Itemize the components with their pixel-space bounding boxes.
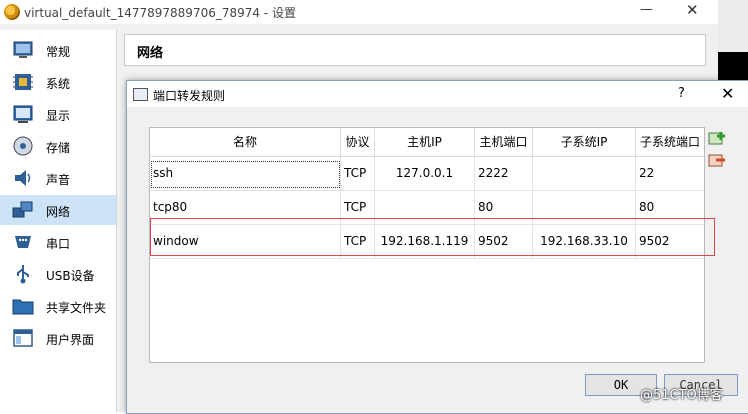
sidebar-item-display[interactable]: 显示	[0, 99, 116, 129]
sidebar-item-label: 显示	[46, 109, 71, 123]
cell-guest-ip[interactable]: 192.168.33.10	[533, 225, 636, 258]
cell-name[interactable]: window	[150, 225, 341, 258]
background-window-edge	[718, 52, 748, 80]
column-header-guest-port[interactable]: 子系统端口	[636, 128, 704, 157]
cell-host-ip[interactable]: 192.168.1.119	[375, 225, 475, 258]
port-forwarding-dialog: 端口转发规则 ? ✕ 名称 协议 主机IP 主机端口 子系统IP 子系统端口 s…	[126, 80, 748, 414]
sidebar-item-shared-folders[interactable]: 共享文件夹	[0, 291, 116, 321]
column-header-host-ip[interactable]: 主机IP	[375, 128, 475, 157]
system-icon	[13, 74, 33, 90]
sidebar-item-usb[interactable]: USB设备	[0, 259, 116, 289]
table-row[interactable]: ssh TCP 127.0.0.1 2222 22	[150, 157, 704, 191]
sidebar-item-label: 声音	[46, 173, 71, 187]
sidebar-item-label: 共享文件夹	[46, 301, 107, 315]
remove-rule-icon[interactable]	[708, 152, 726, 168]
sidebar-item-user-interface[interactable]: 用户界面	[0, 323, 116, 353]
cell-protocol[interactable]: TCP	[341, 191, 375, 224]
cell-guest-port[interactable]: 22	[636, 157, 704, 190]
sidebar-item-label: 常规	[46, 45, 71, 59]
window-title: virtual_default_1477897889706_78974 - 设置	[24, 6, 296, 20]
background-window-edge	[718, 0, 748, 52]
minimize-button[interactable]: —	[640, 2, 653, 17]
column-header-protocol[interactable]: 协议	[341, 128, 375, 157]
shared-folder-icon	[12, 299, 34, 315]
audio-icon	[15, 170, 31, 186]
sidebar-item-label: USB设备	[46, 269, 95, 283]
dialog-title-bar: 端口转发规则 ? ✕	[127, 81, 748, 107]
settings-sidebar: 常规 系统 显示 存储 声音 网络 串口 USB设备 共享文件夹 用户界面	[0, 30, 117, 412]
cell-protocol[interactable]: TCP	[341, 225, 375, 258]
sidebar-item-serial-port[interactable]: 串口	[0, 227, 116, 257]
cell-guest-port[interactable]: 80	[636, 191, 704, 224]
focus-rectangle	[151, 161, 340, 188]
table-row[interactable]: tcp80 TCP 80 80	[150, 191, 704, 225]
dialog-window-icon	[133, 88, 148, 101]
sidebar-item-label: 串口	[46, 237, 71, 251]
cell-name[interactable]: tcp80	[150, 191, 341, 224]
cell-guest-ip[interactable]	[533, 157, 636, 190]
sidebar-item-label: 存储	[46, 141, 71, 155]
cell-host-port[interactable]: 80	[475, 191, 533, 224]
page-title: 网络	[137, 46, 164, 61]
table-row[interactable]: window TCP 192.168.1.119 9502 192.168.33…	[150, 225, 704, 259]
cell-protocol[interactable]: TCP	[341, 157, 375, 190]
cell-host-port[interactable]: 2222	[475, 157, 533, 190]
sidebar-item-system[interactable]: 系统	[0, 67, 116, 97]
sidebar-item-label: 用户界面	[46, 333, 95, 347]
port-forwarding-rules-table[interactable]: 名称 协议 主机IP 主机端口 子系统IP 子系统端口 ssh TCP 127.…	[149, 127, 705, 363]
column-header-host-port[interactable]: 主机端口	[475, 128, 533, 157]
storage-icon	[13, 136, 33, 156]
dialog-title: 端口转发规则	[153, 89, 226, 103]
cell-host-ip[interactable]: 127.0.0.1	[375, 157, 475, 190]
virtualbox-app-icon	[4, 4, 20, 20]
serial-port-icon	[15, 236, 31, 248]
display-icon	[13, 105, 33, 123]
watermark: @51CTO博客	[640, 388, 723, 403]
network-icon	[12, 201, 33, 218]
column-header-guest-ip[interactable]: 子系统IP	[533, 128, 636, 157]
sidebar-item-label: 系统	[46, 77, 71, 91]
pane-header: 网络	[124, 34, 706, 66]
general-icon	[13, 41, 33, 58]
title-bar: virtual_default_1477897889706_78974 - 设置…	[0, 0, 718, 24]
sidebar-item-storage[interactable]: 存储	[0, 131, 116, 161]
usb-icon	[17, 265, 29, 284]
dialog-close-button[interactable]: ✕	[721, 84, 734, 103]
sidebar-item-label: 网络	[46, 205, 71, 219]
cell-guest-port[interactable]: 9502	[636, 225, 704, 258]
sidebar-item-general[interactable]: 常规	[0, 35, 116, 65]
sidebar-item-audio[interactable]: 声音	[0, 163, 116, 193]
sidebar-item-network[interactable]: 网络	[0, 195, 116, 225]
help-button[interactable]: ?	[678, 86, 685, 101]
column-header-name[interactable]: 名称	[150, 128, 341, 157]
cell-host-port[interactable]: 9502	[475, 225, 533, 258]
cell-guest-ip[interactable]	[533, 191, 636, 224]
close-button[interactable]: ✕	[686, 1, 699, 19]
cell-host-ip[interactable]	[375, 191, 475, 224]
add-rule-icon[interactable]	[708, 130, 726, 146]
user-interface-icon	[13, 329, 33, 347]
cell-name[interactable]: ssh	[150, 157, 341, 190]
